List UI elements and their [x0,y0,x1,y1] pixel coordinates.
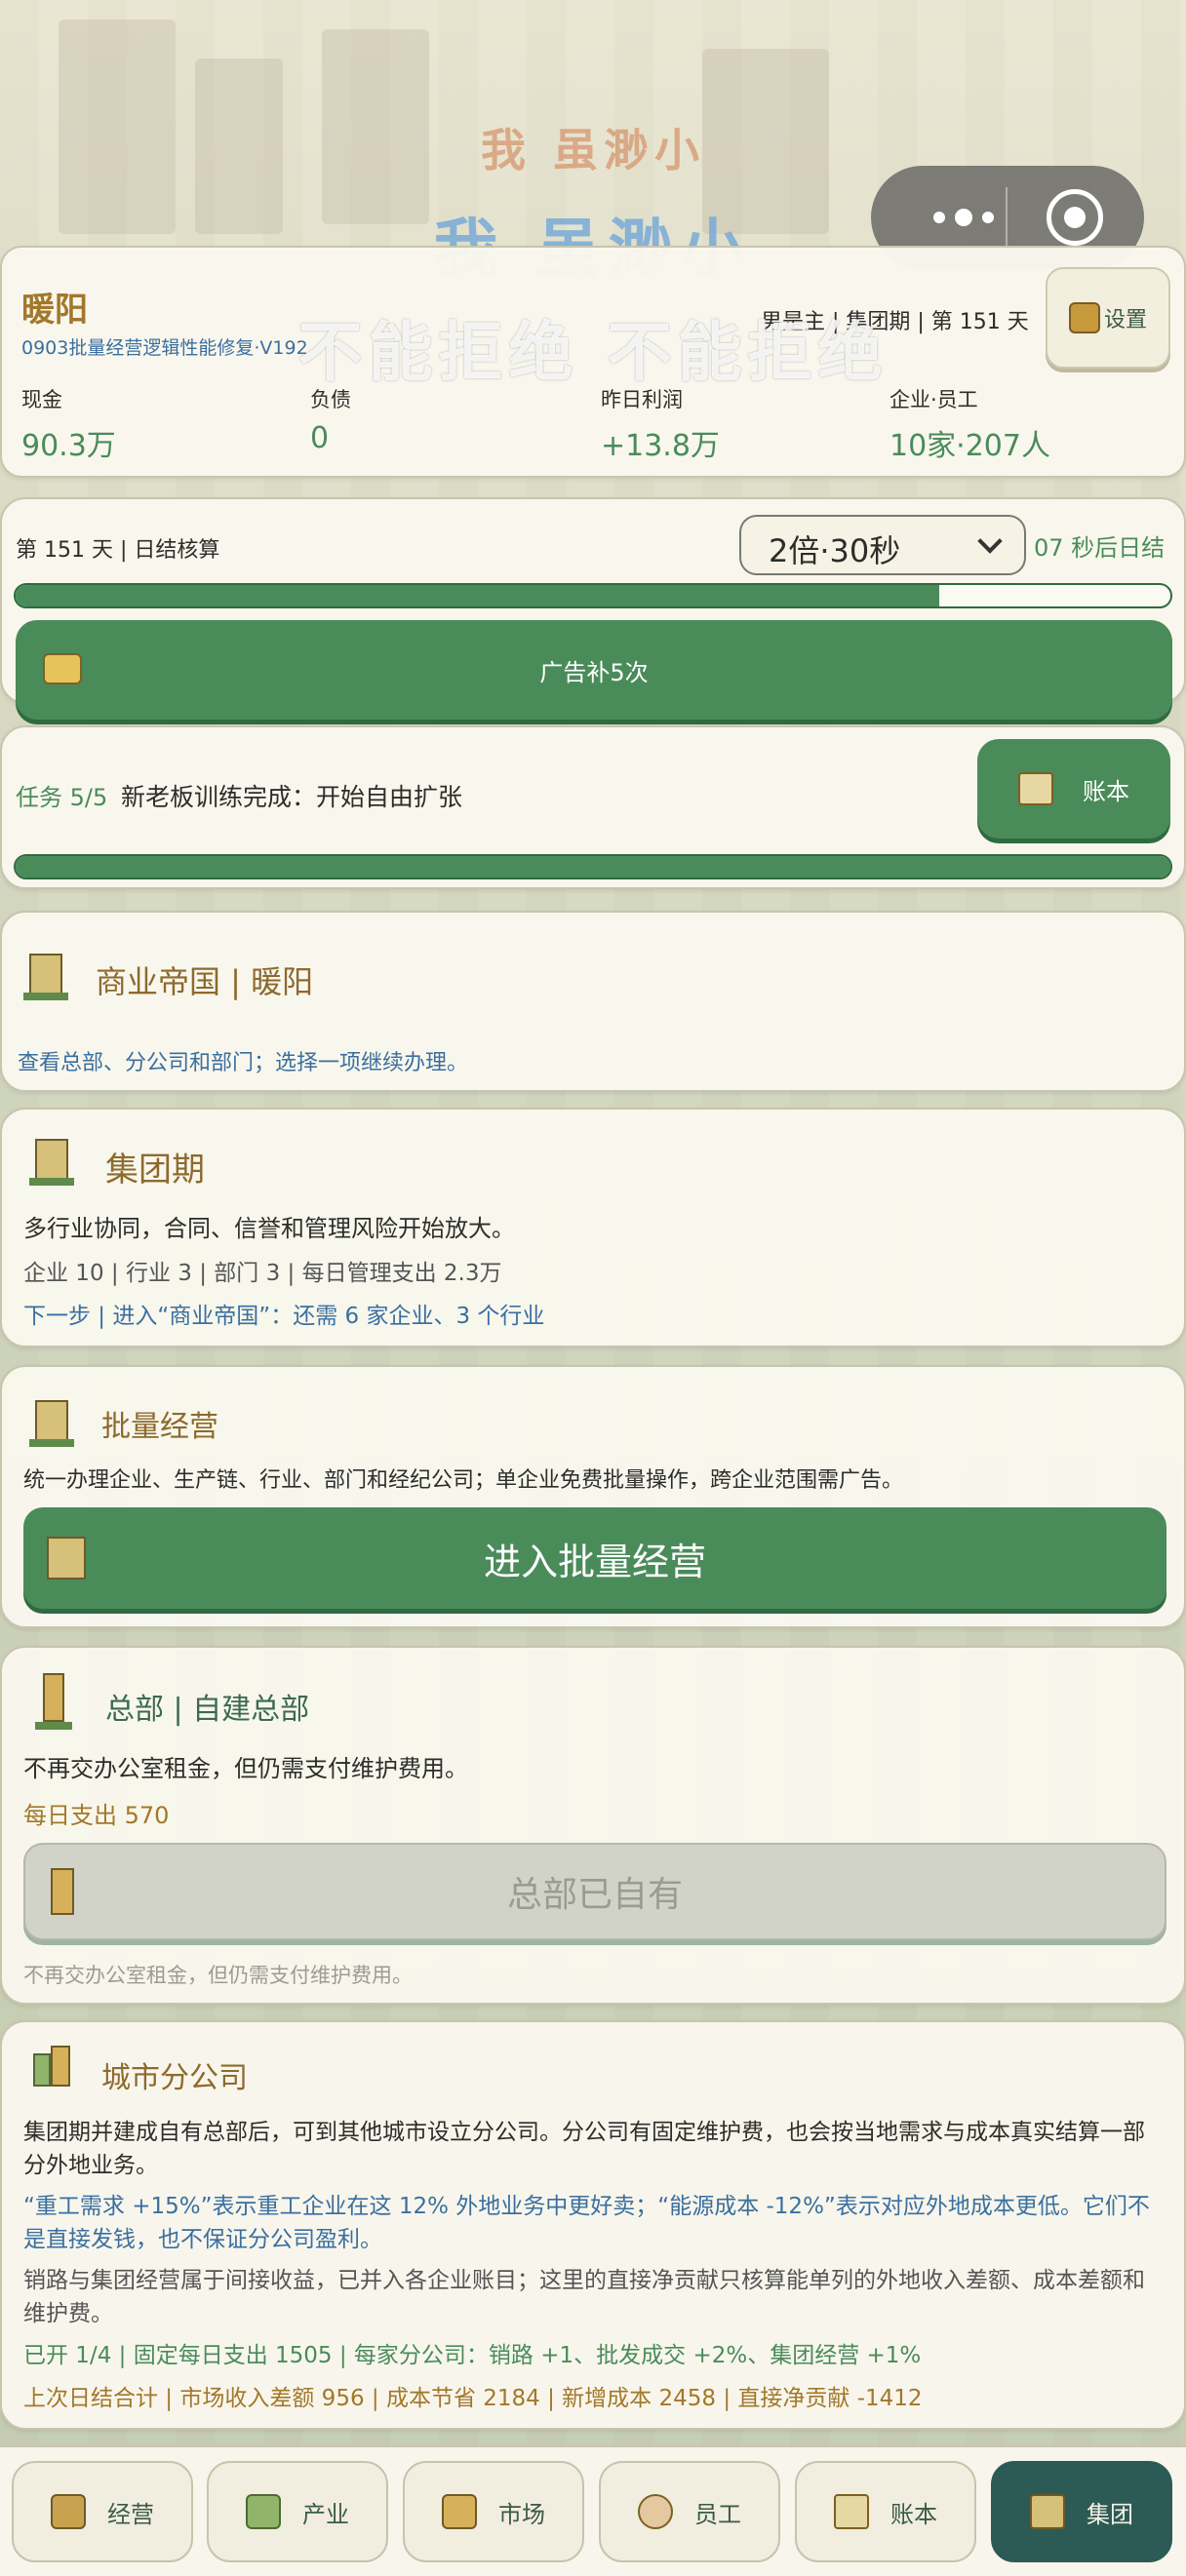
tab-staff[interactable]: 员工 [599,2461,780,2562]
speed-select[interactable]: 2倍·30秒 [739,515,1026,575]
empire-card[interactable]: 商业帝国 | 暖阳 查看总部、分公司和部门；选择一项继续办理。 [0,911,1186,1092]
hq-title: 总部 | 自建总部 [105,1693,310,1727]
branch-explain: “重工需求 +15%”表示重工企业在这 12% 外地业务中更好卖；“能源成本 -… [23,2194,1150,2252]
branch-status: 已开 1/4 | 固定每日支出 1505 | 每家分公司：销路 +1、批发成交 … [23,2343,922,2368]
hq-note: 不再交办公室租金，但仍需支付维护费用。 [23,1964,413,1987]
ad-bonus-label: 广告补5次 [539,658,649,686]
watermark-overlay: 不能拒绝 不能拒绝 [297,315,889,390]
countdown-text: 07 秒后日结 [1034,534,1166,562]
building-icon [29,1135,74,1186]
hq-owned-label: 总部已自有 [506,1875,683,1915]
hq-card: 总部 | 自建总部 不再交办公室租金，但仍需支付维护费用。 每日支出 570 总… [0,1646,1186,2005]
building-icon [29,1396,74,1447]
branch-intro: 集团期并建成自有总部后，可到其他城市设立分公司。分公司有固定维护费，也会按当地需… [23,2120,1145,2178]
empire-desc: 查看总部、分公司和部门；选择一项继续办理。 [18,1051,469,1075]
more-icon[interactable] [910,193,1017,242]
day-progress-fill [16,585,940,606]
empire-title: 商业帝国 | 暖阳 [96,963,314,1000]
market-icon [442,2494,477,2529]
batch-card: 批量经营 统一办理企业、生产链、行业、部门和经纪公司；单企业免费批量操作，跨企业… [0,1365,1186,1628]
task-progress-bar [14,854,1172,879]
hq-owned-button[interactable]: 总部已自有 [23,1843,1166,1940]
batch-desc: 统一办理企业、生产链、行业、部门和经纪公司；单企业免费批量操作，跨企业范围需广告… [23,1468,904,1493]
tab-market[interactable]: 市场 [403,2461,584,2562]
stat-value-debt: 0 [310,421,330,455]
group-stage-desc: 多行业协同，合同、信誉和管理风险开始放大。 [23,1215,515,1242]
group-stage-title: 集团期 [105,1151,205,1190]
branch-last-settlement: 上次日结合计 | 市场收入差额 956 | 成本节省 2184 | 新增成本 2… [23,2386,923,2411]
tab-industry[interactable]: 产业 [207,2461,388,2562]
chevron-down-icon [977,528,1003,554]
branch-accounting-note: 销路与集团经营属于间接收益，已并入各企业账目；这里的直接净贡献只核算能单列的外地… [23,2268,1145,2326]
ledger-button[interactable]: 账本 [977,739,1170,839]
group-stage-card: 集团期 多行业协同，合同、信誉和管理风险开始放大。 企业 10 | 行业 3 |… [0,1108,1186,1347]
tab-ledger[interactable]: 账本 [795,2461,976,2562]
tab-label: 账本 [890,2500,937,2528]
stat-value-companies: 10家·207人 [890,429,1050,463]
task-text: 新老板训练完成：开始自由扩张 [121,783,463,811]
city-icon [29,2044,76,2090]
group-stage-next: 下一步 | 进入“商业帝国”：还需 6 家企业、3 个行业 [23,1304,545,1329]
ledger-label: 账本 [1083,777,1129,805]
shop-icon [51,2494,86,2529]
task-card: 任务 5/5 新老板训练完成：开始自由扩张 账本 [0,725,1186,889]
hq-daily-cost: 每日支出 570 [23,1802,170,1829]
day-progress-bar [14,583,1172,608]
enter-batch-label: 进入批量经营 [483,1540,706,1583]
group-icon [1030,2494,1065,2529]
tower-icon [51,1868,74,1915]
stat-value-cash: 90.3万 [21,429,116,463]
tab-label: 市场 [498,2500,545,2528]
batch-title: 批量经营 [101,1410,218,1444]
task-tag: 任务 5/5 [16,784,108,811]
task-progress-fill [16,856,1170,878]
tab-label: 产业 [302,2500,349,2528]
hq-desc: 不再交办公室租金，但仍需支付维护费用。 [23,1755,468,1782]
timer-card: 第 151 天 | 日结核算 2倍·30秒 07 秒后日结 广告补5次 [0,497,1186,720]
ledger-icon [1018,772,1053,805]
branch-title: 城市分公司 [101,2061,248,2095]
speed-select-value: 2倍·30秒 [769,532,901,569]
ledger-icon [834,2494,869,2529]
tab-operations[interactable]: 经营 [12,2461,193,2562]
building-icon [47,1537,86,1580]
tab-label: 集团 [1087,2500,1133,2528]
enter-batch-button[interactable]: 进入批量经营 [23,1507,1166,1609]
stat-value-profit: +13.8万 [601,429,720,463]
branch-card: 城市分公司 集团期并建成自有总部后，可到其他城市设立分公司。分公司有固定维护费，… [0,2020,1186,2430]
close-miniprogram-icon[interactable] [1047,189,1103,246]
money-icon [43,653,82,684]
tower-icon [35,1673,72,1730]
factory-icon [246,2494,281,2529]
day-label: 第 151 天 | 日结核算 [16,538,220,563]
building-icon [23,950,68,1000]
staff-icon [638,2494,673,2529]
tab-group[interactable]: 集团 [991,2461,1172,2562]
tab-label: 经营 [107,2500,154,2528]
tab-label: 员工 [694,2500,741,2528]
ad-bonus-button[interactable]: 广告补5次 [16,620,1172,720]
group-stage-stats: 企业 10 | 行业 3 | 部门 3 | 每日管理支出 2.3万 [23,1261,502,1286]
